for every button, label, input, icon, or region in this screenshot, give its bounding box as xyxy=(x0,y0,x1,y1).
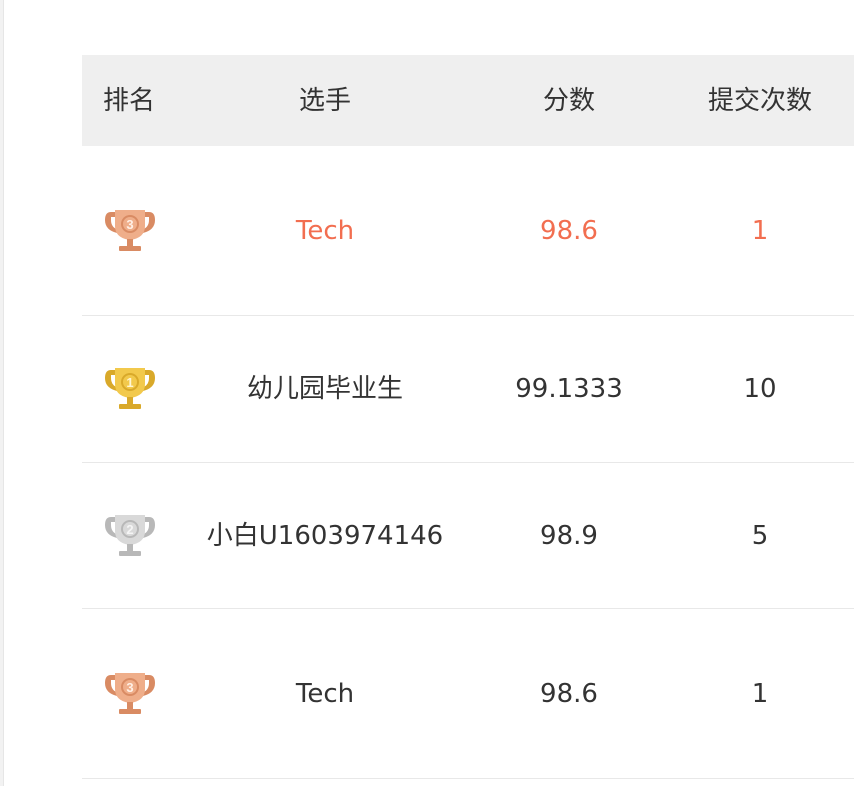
submission-count: 5 xyxy=(751,520,769,551)
table-row-current-user: 3 Tech 98.6 1 xyxy=(82,146,854,316)
score-value: 99.1333 xyxy=(515,374,623,404)
rank-cell: 1 xyxy=(82,366,178,412)
score-value: 98.9 xyxy=(540,520,598,551)
player-name: Tech xyxy=(295,678,355,709)
table-row: 2 小白U1603974146 98.9 5 xyxy=(82,463,854,609)
svg-text:1: 1 xyxy=(126,375,133,390)
gold-trophy-icon: 1 xyxy=(103,366,157,412)
svg-text:2: 2 xyxy=(126,522,133,537)
score-value: 98.6 xyxy=(540,678,598,709)
header-rank: 排名 xyxy=(103,85,156,116)
score-value: 98.6 xyxy=(540,215,598,246)
player-name: Tech xyxy=(295,215,355,246)
bronze-trophy-icon: 3 xyxy=(103,671,157,717)
table-row: 1 幼儿园毕业生 99.1333 10 xyxy=(82,316,854,463)
svg-text:3: 3 xyxy=(126,680,133,695)
submission-count: 10 xyxy=(743,374,777,404)
svg-text:3: 3 xyxy=(126,217,133,232)
table-row: 3 Tech 98.6 1 xyxy=(82,609,854,779)
rank-cell: 3 xyxy=(82,208,178,254)
header-score: 分数 xyxy=(542,85,595,116)
rank-cell: 3 xyxy=(82,671,178,717)
table-header: 排名 选手 分数 提交次数 xyxy=(82,55,854,146)
leaderboard-table: 排名 选手 分数 提交次数 3 Tech 98.6 1 1 幼儿园毕业生 99.… xyxy=(82,55,854,779)
silver-trophy-icon: 2 xyxy=(103,513,157,559)
left-edge-divider xyxy=(0,0,4,786)
player-name: 小白U1603974146 xyxy=(206,520,444,551)
header-player: 选手 xyxy=(298,85,351,116)
submission-count: 1 xyxy=(751,678,769,709)
submission-count: 1 xyxy=(751,215,769,246)
rank-cell: 2 xyxy=(82,513,178,559)
header-submissions: 提交次数 xyxy=(707,85,812,116)
bronze-trophy-icon: 3 xyxy=(103,208,157,254)
player-name: 幼儿园毕业生 xyxy=(246,374,403,404)
